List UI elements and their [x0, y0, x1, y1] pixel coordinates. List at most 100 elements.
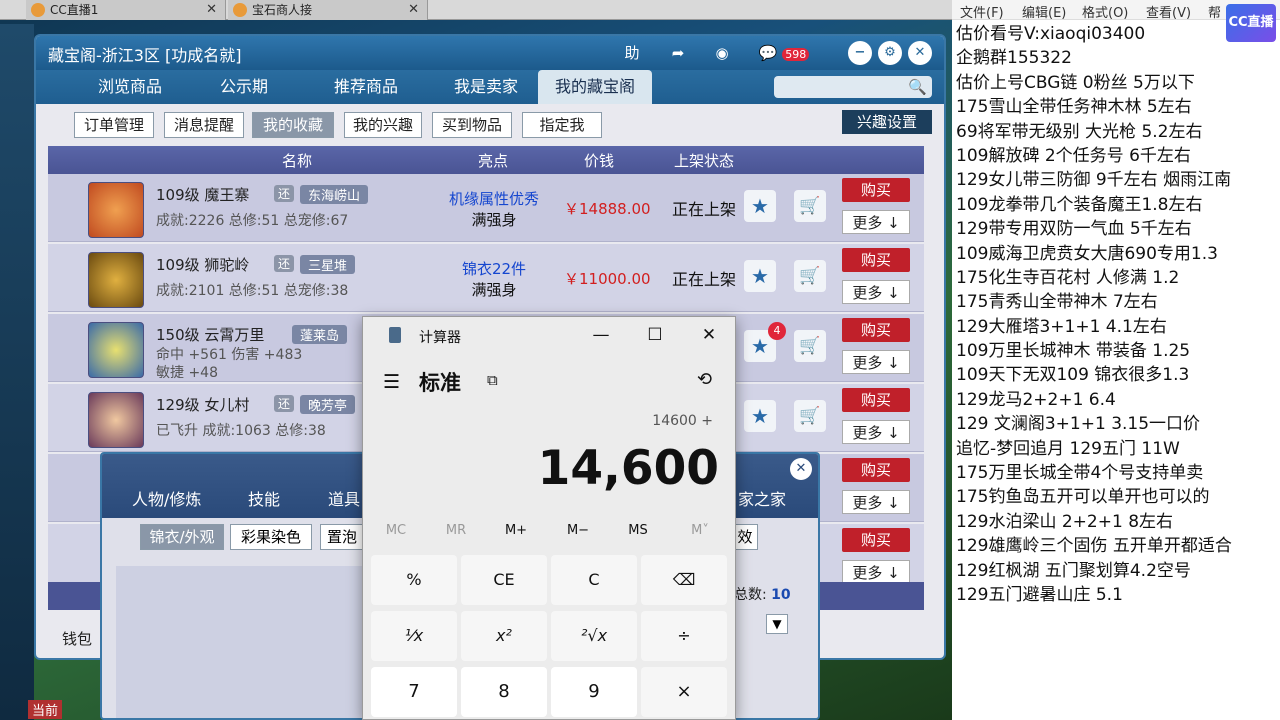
- hud-current-channel[interactable]: 当前: [28, 700, 63, 719]
- subtab-orders[interactable]: 订单管理: [74, 112, 154, 138]
- subtab-notifications[interactable]: 消息提醒: [164, 112, 244, 138]
- chevron-down-icon[interactable]: ▼: [766, 614, 788, 634]
- price-value: ￥14888.00: [564, 200, 651, 218]
- star-icon[interactable]: ★: [744, 190, 776, 222]
- history-icon[interactable]: ⟲: [697, 369, 712, 390]
- cart-icon[interactable]: 🛒: [794, 190, 826, 222]
- tab-home[interactable]: 家之家: [738, 486, 786, 510]
- table-row[interactable]: 109级 狮驼岭 还 三星堆 成就:2101 总修:51 总宠修:38 锦衣22…: [48, 244, 924, 312]
- close-icon[interactable]: ✕: [908, 41, 932, 65]
- close-icon[interactable]: ✕: [790, 458, 812, 480]
- school-label: 云霄万里: [204, 326, 265, 344]
- square-key[interactable]: x²: [461, 611, 547, 661]
- menu-edit[interactable]: 编辑(E): [1022, 2, 1066, 21]
- buy-button[interactable]: 购买: [842, 388, 910, 412]
- memory-clear-button[interactable]: MC: [371, 523, 421, 538]
- percent-key[interactable]: %: [371, 555, 457, 605]
- gear-icon[interactable]: ⚙: [878, 41, 902, 65]
- tab-seller[interactable]: 我是卖家: [436, 70, 536, 104]
- subtab-designated[interactable]: 指定我: [522, 112, 602, 138]
- star-icon[interactable]: ★: [744, 260, 776, 292]
- close-icon[interactable]: ✕: [695, 323, 723, 347]
- text-line: 129水泊梁山 2+2+1 8左右: [956, 511, 1174, 532]
- clear-entry-key[interactable]: CE: [461, 555, 547, 605]
- search-icon[interactable]: 🔍: [908, 78, 927, 96]
- buy-button[interactable]: 购买: [842, 248, 910, 272]
- memory-add-button[interactable]: M+: [491, 523, 541, 538]
- menu-icon[interactable]: ☰: [383, 371, 400, 393]
- cart-icon[interactable]: 🛒: [794, 260, 826, 292]
- minimize-icon[interactable]: —: [587, 323, 615, 347]
- server-badge: 三星堆: [300, 255, 356, 274]
- share-icon[interactable]: ➦: [666, 41, 690, 65]
- digit-9-key[interactable]: 9: [551, 667, 637, 717]
- buy-button[interactable]: 购买: [842, 528, 910, 552]
- chat-icon: 💬: [758, 44, 778, 62]
- notepad-text[interactable]: 估价看号V:xiaoqi03400 企鹅群155322 估价上号CBG链 0粉丝…: [956, 22, 1276, 607]
- buy-button[interactable]: 购买: [842, 318, 910, 342]
- tab-my-pavilion[interactable]: 我的藏宝阁: [538, 70, 652, 104]
- tab-skills[interactable]: 技能: [248, 486, 280, 510]
- tab-character[interactable]: 人物/修炼: [132, 486, 201, 510]
- star-icon[interactable]: ★: [744, 400, 776, 432]
- divide-key[interactable]: ÷: [641, 611, 727, 661]
- close-icon[interactable]: ✕: [206, 0, 217, 20]
- more-button[interactable]: 更多 ↓: [842, 420, 910, 444]
- bubble-button[interactable]: 置泡: [320, 524, 364, 550]
- more-button[interactable]: 更多 ↓: [842, 350, 910, 374]
- digit-8-key[interactable]: 8: [461, 667, 547, 717]
- more-button[interactable]: 更多 ↓: [842, 560, 910, 584]
- text-line: 109万里长城神木 带装备 1.25: [956, 341, 1191, 362]
- subtab-interests[interactable]: 我的兴趣: [344, 112, 422, 138]
- cart-icon[interactable]: 🛒: [794, 400, 826, 432]
- help-button[interactable]: 助: [620, 41, 644, 65]
- menu-view[interactable]: 查看(V): [1146, 2, 1191, 21]
- menu-help[interactable]: 帮: [1208, 2, 1221, 21]
- sqrt-key[interactable]: ²√x: [551, 611, 637, 661]
- memory-list-button[interactable]: M˅: [675, 523, 725, 538]
- more-button[interactable]: 更多 ↓: [842, 280, 910, 304]
- more-button[interactable]: 更多 ↓: [842, 210, 910, 234]
- tab-browse[interactable]: 浏览商品: [82, 70, 178, 104]
- tab-recommended[interactable]: 推荐商品: [316, 70, 416, 104]
- close-icon[interactable]: ✕: [408, 0, 419, 20]
- dye-button[interactable]: 彩果染色: [230, 524, 312, 550]
- outfit-button[interactable]: 锦衣/外观: [140, 524, 224, 550]
- price-value: ￥11000.00: [564, 270, 651, 288]
- tab-items[interactable]: 道具: [328, 486, 360, 510]
- text-line: 129带专用双防一气血 5千左右: [956, 219, 1192, 240]
- col-price: 价钱: [584, 152, 615, 170]
- achievement-text: 已飞升 成就:1063 总修:38: [156, 423, 326, 439]
- keep-on-top-icon[interactable]: ⧉: [487, 371, 498, 389]
- browser-tab-cc[interactable]: CC直播1 ✕: [26, 0, 226, 20]
- text-line: 129雄鹰岭三个固伤 五开单开都适合: [956, 536, 1232, 557]
- menu-format[interactable]: 格式(O): [1082, 2, 1128, 21]
- messages-button[interactable]: 💬 598: [754, 41, 814, 65]
- subtab-purchased[interactable]: 买到物品: [432, 112, 512, 138]
- tab-publicity[interactable]: 公示期: [204, 70, 284, 104]
- more-button[interactable]: 更多 ↓: [842, 490, 910, 514]
- browser-tab-gem[interactable]: 宝石商人接 ✕: [228, 0, 428, 20]
- server-badge: 蓬莱岛: [292, 325, 348, 344]
- memory-subtract-button[interactable]: M−: [553, 523, 603, 538]
- memory-store-button[interactable]: MS: [613, 523, 663, 538]
- reciprocal-key[interactable]: ¹⁄x: [371, 611, 457, 661]
- record-icon[interactable]: ◉: [710, 41, 734, 65]
- text-line: 129 文澜阁3+1+1 3.15一口价: [956, 414, 1201, 435]
- school-label: 女儿村: [204, 396, 250, 414]
- digit-7-key[interactable]: 7: [371, 667, 457, 717]
- maximize-icon[interactable]: ☐: [641, 323, 669, 347]
- buy-button[interactable]: 购买: [842, 178, 910, 202]
- table-row[interactable]: 109级 魔王寨 还 东海崂山 成就:2226 总修:51 总宠修:67 机缘属…: [48, 174, 924, 242]
- backspace-key[interactable]: ⌫: [641, 555, 727, 605]
- cart-icon[interactable]: 🛒: [794, 330, 826, 362]
- minimize-icon[interactable]: −: [848, 41, 872, 65]
- memory-recall-button[interactable]: MR: [431, 523, 481, 538]
- multiply-key[interactable]: ×: [641, 667, 727, 717]
- buy-button[interactable]: 购买: [842, 458, 910, 482]
- clear-key[interactable]: C: [551, 555, 637, 605]
- gem-tab-icon: [233, 3, 247, 17]
- menu-file[interactable]: 文件(F): [960, 2, 1004, 21]
- interest-settings-button[interactable]: 兴趣设置: [842, 110, 932, 134]
- subtab-favorites[interactable]: 我的收藏: [252, 112, 334, 138]
